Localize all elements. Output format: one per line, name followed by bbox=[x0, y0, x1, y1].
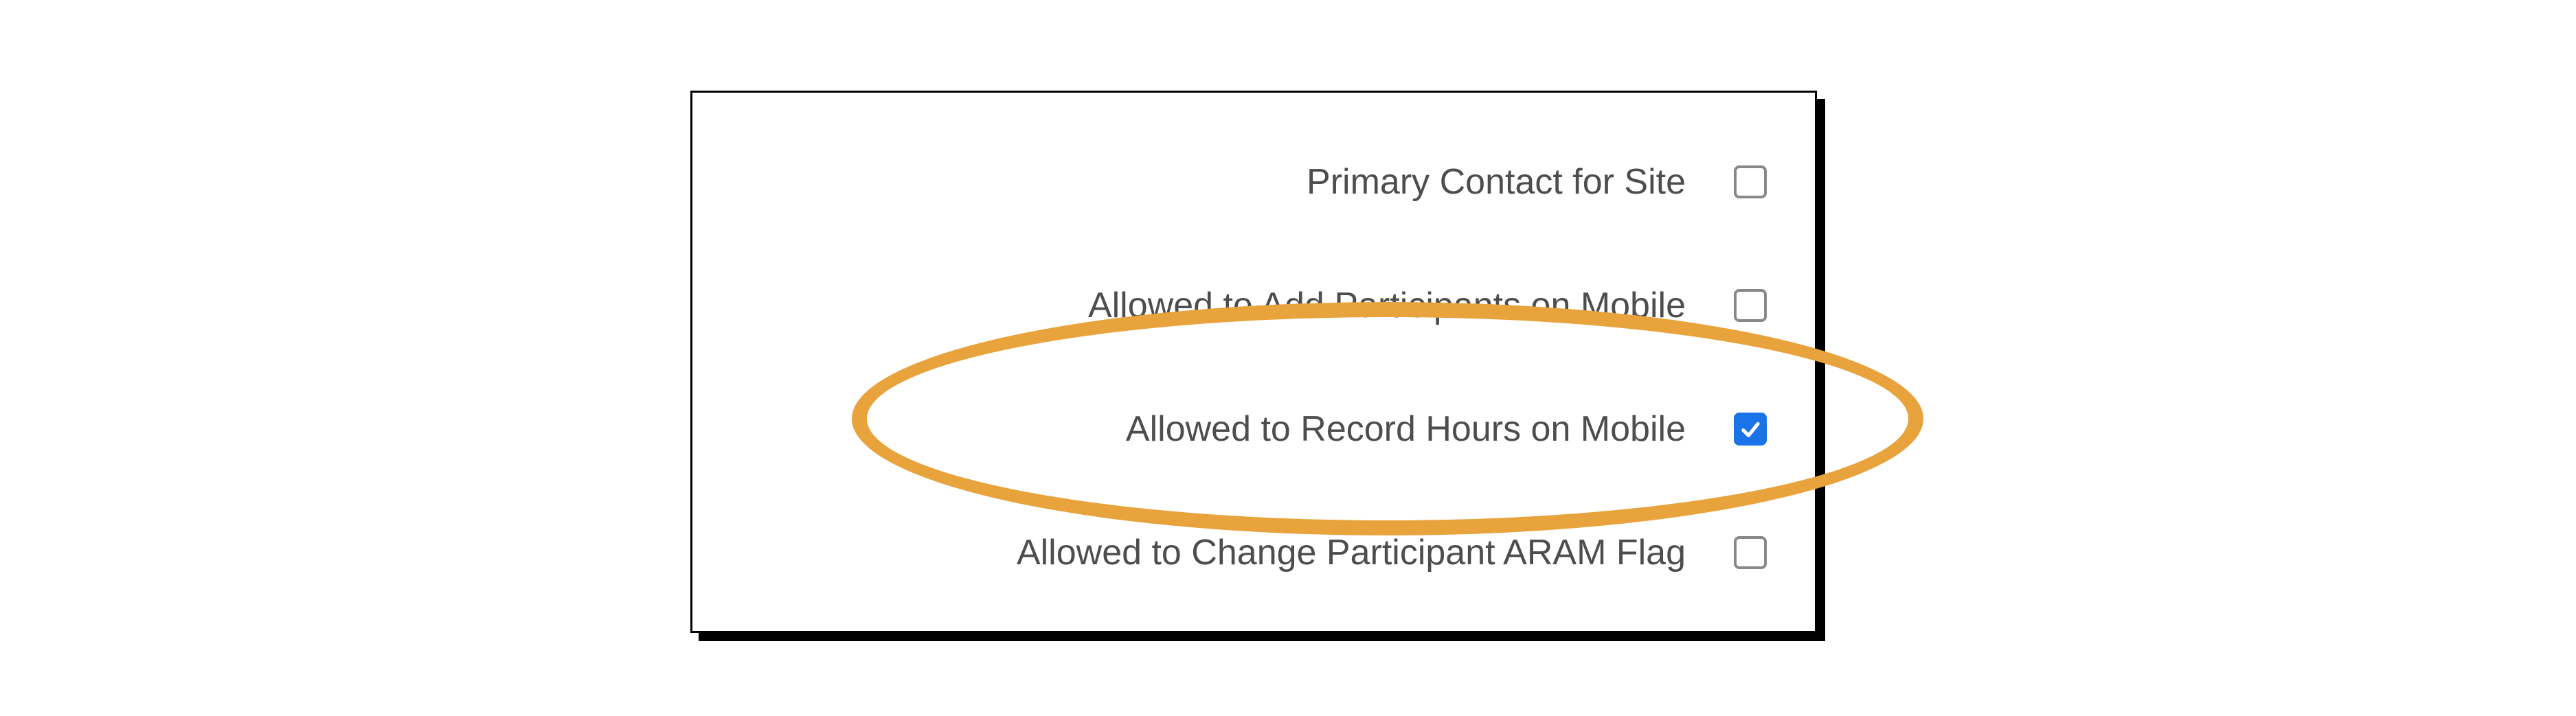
permissions-panel: Primary Contact for Site Allowed to Add … bbox=[690, 91, 1817, 633]
setting-label-change-aram-flag: Allowed to Change Participant ARAM Flag bbox=[1017, 531, 1686, 574]
setting-label-add-participants-mobile: Allowed to Add Participants on Mobile bbox=[1088, 284, 1686, 327]
setting-row-change-aram-flag: Allowed to Change Participant ARAM Flag bbox=[692, 491, 1767, 614]
checkbox-record-hours-mobile[interactable] bbox=[1734, 413, 1767, 446]
checkbox-add-participants-mobile[interactable] bbox=[1734, 289, 1767, 322]
setting-row-primary-contact: Primary Contact for Site bbox=[692, 120, 1767, 244]
checkbox-primary-contact[interactable] bbox=[1734, 165, 1767, 198]
setting-row-add-participants-mobile: Allowed to Add Participants on Mobile bbox=[692, 244, 1767, 367]
setting-row-record-hours-mobile: Allowed to Record Hours on Mobile bbox=[692, 367, 1767, 491]
checkbox-change-aram-flag[interactable] bbox=[1734, 536, 1767, 569]
setting-label-record-hours-mobile: Allowed to Record Hours on Mobile bbox=[1126, 408, 1686, 450]
setting-label-primary-contact: Primary Contact for Site bbox=[1307, 161, 1686, 203]
check-icon bbox=[1739, 417, 1762, 441]
